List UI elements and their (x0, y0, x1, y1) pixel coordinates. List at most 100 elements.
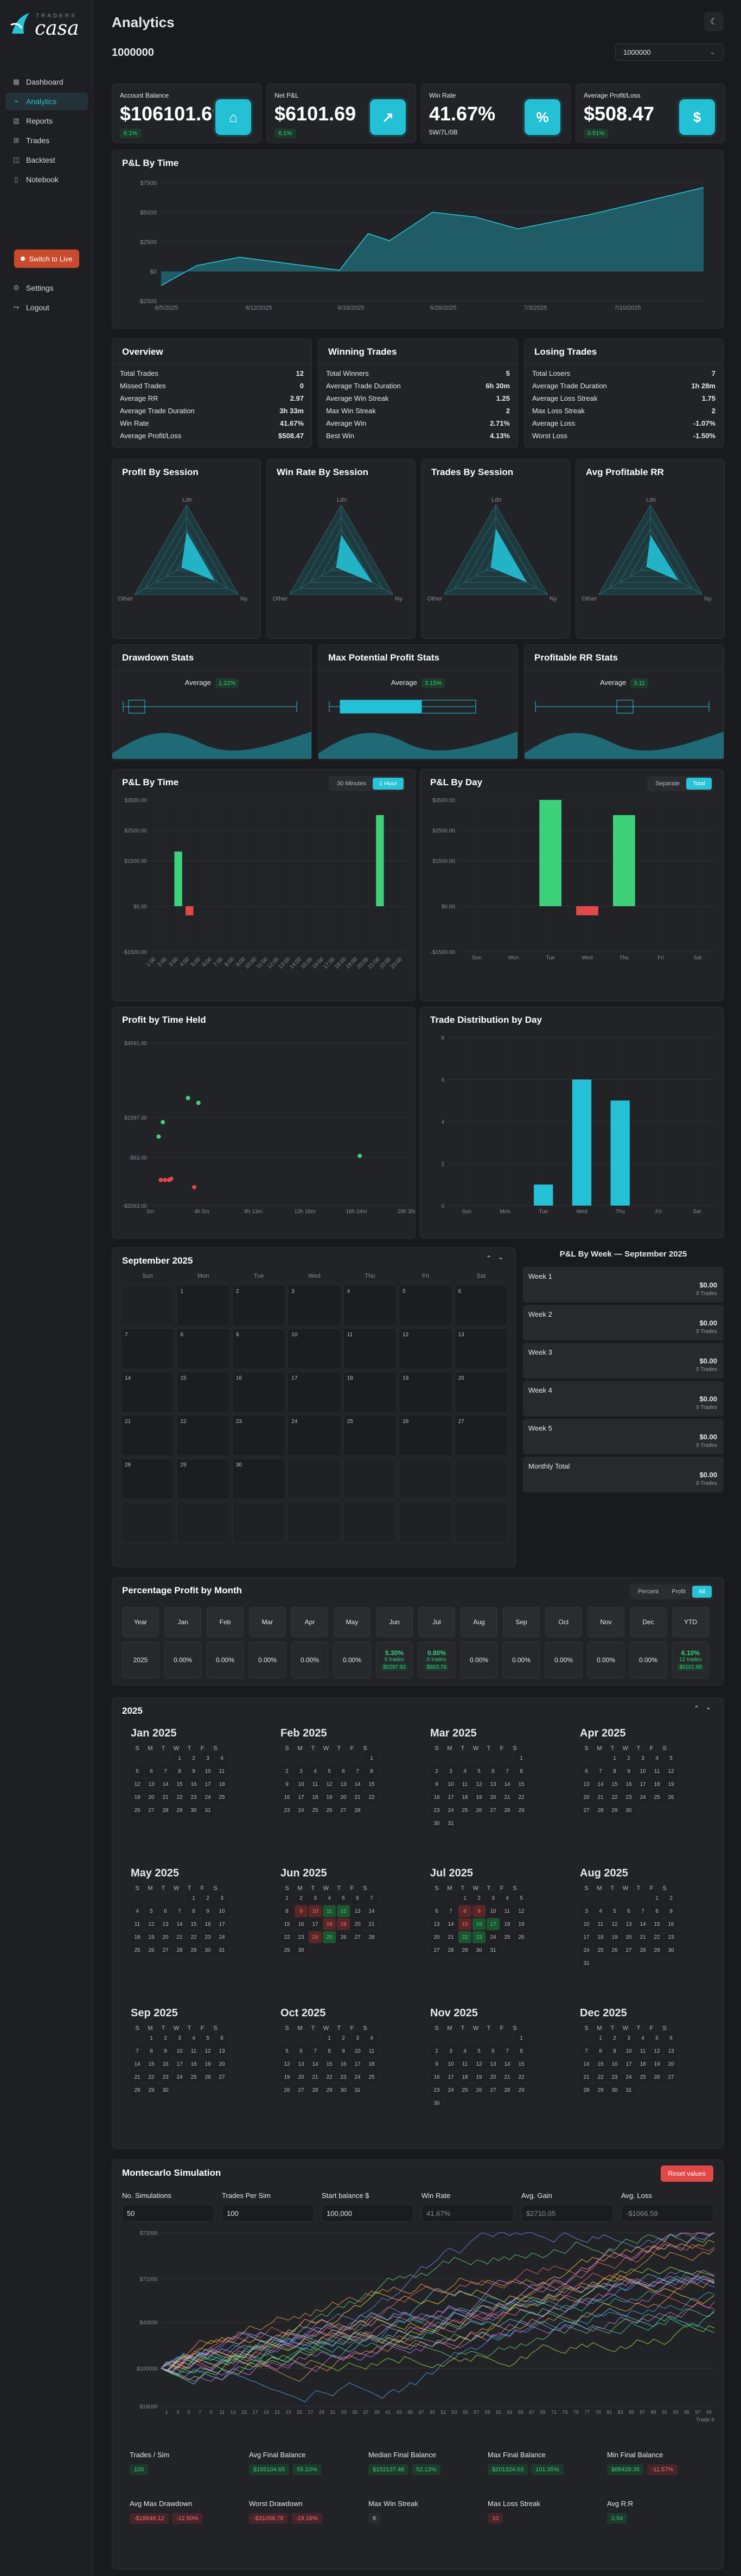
mini-calendar-day[interactable]: 21 (580, 2071, 593, 2083)
mini-calendar-day[interactable]: 15 (650, 1918, 663, 1930)
mini-calendar-day[interactable]: 3 (636, 1752, 649, 1764)
mini-calendar-day[interactable]: 10 (201, 1765, 214, 1777)
mini-calendar-day[interactable]: 14 (444, 1918, 457, 1930)
mini-calendar-day[interactable]: 26 (131, 1804, 144, 1816)
mini-calendar-day[interactable]: 8 (650, 1905, 663, 1917)
mini-calendar-day[interactable]: 28 (309, 2084, 322, 2096)
mini-calendar-day[interactable]: 8 (594, 2045, 607, 2057)
mini-calendar-day[interactable]: 11 (594, 1918, 607, 1930)
calendar-day[interactable]: 4 (343, 1285, 397, 1326)
mini-calendar-day[interactable]: 9 (337, 2045, 350, 2057)
calendar-day[interactable]: 28 (121, 1458, 175, 1500)
mini-calendar-day[interactable]: 25 (365, 2071, 378, 2083)
mini-calendar-day[interactable]: 28 (131, 2084, 144, 2096)
mini-calendar-day[interactable]: 22 (515, 1791, 528, 1803)
mini-calendar-day[interactable]: 8 (365, 1765, 378, 1777)
mini-calendar-day[interactable]: 29 (280, 1944, 293, 1956)
mini-calendar-day[interactable]: 29 (458, 1944, 471, 1956)
toggle-30-minutes[interactable]: 30 Minutes (330, 778, 373, 790)
mini-calendar-day[interactable]: 25 (501, 1931, 514, 1943)
mini-calendar-day[interactable]: 23 (622, 1791, 635, 1803)
mini-calendar-day[interactable]: 10 (295, 1778, 308, 1790)
mini-calendar-day[interactable]: 25 (594, 1944, 607, 1956)
mini-calendar-day[interactable]: 31 (351, 2084, 364, 2096)
calendar-day[interactable]: 3 (288, 1285, 341, 1326)
mini-calendar-day[interactable]: 4 (501, 1892, 514, 1904)
calendar-day[interactable]: 22 (176, 1415, 230, 1456)
mini-calendar-day[interactable]: 30 (430, 1817, 443, 1829)
calendar-day[interactable]: 1 (176, 1285, 230, 1326)
mini-calendar-day[interactable]: 8 (458, 1905, 471, 1917)
mini-calendar-day[interactable]: 12 (201, 2045, 214, 2057)
calendar-day[interactable]: 16 (232, 1372, 286, 1413)
mini-calendar-day[interactable]: 26 (280, 2084, 293, 2096)
mini-calendar-day[interactable]: 7 (309, 2045, 322, 2057)
mini-calendar-day[interactable]: 22 (458, 1931, 471, 1943)
calendar-day[interactable] (343, 1502, 397, 1543)
mini-calendar-day[interactable]: 27 (487, 2084, 500, 2096)
mini-calendar-day[interactable]: 13 (622, 1918, 635, 1930)
mini-calendar-day[interactable]: 2 (665, 1892, 678, 1904)
mini-calendar-day[interactable]: 5 (201, 2032, 214, 2044)
mc-input-avg-loss[interactable]: -$1066.59 (621, 2205, 713, 2222)
mini-calendar-day[interactable]: 29 (187, 1944, 200, 1956)
mini-calendar-day[interactable]: 23 (187, 1791, 200, 1803)
mini-calendar-day[interactable]: 12 (323, 1778, 336, 1790)
mini-calendar-day[interactable]: 18 (131, 1931, 144, 1943)
mini-calendar-day[interactable]: 10 (444, 2058, 457, 2070)
mini-calendar-day[interactable]: 22 (365, 1791, 378, 1803)
mini-calendar-day[interactable]: 2 (187, 1752, 200, 1764)
mini-calendar-day[interactable]: 20 (622, 1931, 635, 1943)
mini-calendar-day[interactable]: 10 (636, 1765, 649, 1777)
mini-calendar-day[interactable]: 28 (351, 1804, 364, 1816)
mini-calendar-day[interactable]: 24 (215, 1931, 228, 1943)
mini-calendar-day[interactable]: 15 (515, 2058, 528, 2070)
mini-calendar-day[interactable]: 1 (280, 1892, 293, 1904)
mini-calendar-day[interactable]: 18 (636, 2058, 649, 2070)
mini-calendar-day[interactable]: 11 (636, 2045, 649, 2057)
mini-calendar-day[interactable]: 11 (215, 1765, 228, 1777)
mini-calendar-day[interactable]: 20 (295, 2071, 308, 2083)
mini-calendar-day[interactable]: 24 (487, 1931, 500, 1943)
mini-calendar-day[interactable]: 6 (487, 2045, 500, 2057)
mini-calendar-day[interactable]: 29 (515, 1804, 528, 1816)
mini-calendar-day[interactable]: 4 (458, 1765, 471, 1777)
mini-calendar-day[interactable]: 21 (501, 1791, 514, 1803)
mini-calendar-day[interactable]: 17 (173, 2058, 186, 2070)
mini-calendar-day[interactable]: 5 (472, 1765, 486, 1777)
mini-calendar-day[interactable]: 3 (487, 1892, 500, 1904)
mini-calendar-day[interactable]: 30 (337, 2084, 350, 2096)
mini-calendar-day[interactable]: 19 (472, 2071, 486, 2083)
calendar-day[interactable]: 20 (454, 1372, 508, 1413)
mini-calendar-day[interactable]: 24 (580, 1944, 593, 1956)
mini-calendar-day[interactable]: 29 (608, 1804, 621, 1816)
calendar-day[interactable] (343, 1458, 397, 1500)
mini-calendar-day[interactable]: 1 (323, 2032, 336, 2044)
mini-calendar-day[interactable]: 19 (145, 1931, 158, 1943)
mini-calendar-day[interactable]: 22 (515, 2071, 528, 2083)
mini-calendar-day[interactable]: 15 (515, 1778, 528, 1790)
mini-calendar-day[interactable]: 7 (351, 1765, 364, 1777)
mini-calendar-day[interactable]: 13 (337, 1778, 350, 1790)
mini-calendar-day[interactable]: 14 (159, 1778, 172, 1790)
mini-calendar-day[interactable]: 18 (594, 1931, 607, 1943)
calendar-day[interactable] (288, 1502, 341, 1543)
mini-calendar-day[interactable]: 20 (487, 1791, 500, 1803)
mini-calendar-day[interactable]: 6 (337, 1765, 350, 1777)
mini-calendar-day[interactable]: 21 (173, 1931, 186, 1943)
mini-calendar-day[interactable]: 19 (650, 2058, 663, 2070)
mini-calendar-day[interactable]: 1 (365, 1752, 378, 1764)
mini-calendar-day[interactable]: 15 (365, 1778, 378, 1790)
mini-calendar-day[interactable]: 28 (636, 1944, 649, 1956)
toggle-1-hour[interactable]: 1 Hour (372, 778, 404, 790)
mini-calendar-day[interactable]: 26 (472, 2084, 486, 2096)
mini-calendar-day[interactable]: 27 (580, 1804, 593, 1816)
mini-calendar-day[interactable]: 21 (351, 1791, 364, 1803)
calendar-day[interactable]: 5 (399, 1285, 452, 1326)
mini-calendar-day[interactable]: 4 (187, 2032, 200, 2044)
mini-calendar-day[interactable]: 23 (295, 1931, 308, 1943)
mini-calendar-day[interactable]: 30 (665, 1944, 678, 1956)
mini-calendar-day[interactable]: 13 (215, 2045, 228, 2057)
sidebar-item-settings[interactable]: ⚙ Settings (5, 279, 88, 297)
mini-calendar-day[interactable]: 25 (187, 2071, 200, 2083)
